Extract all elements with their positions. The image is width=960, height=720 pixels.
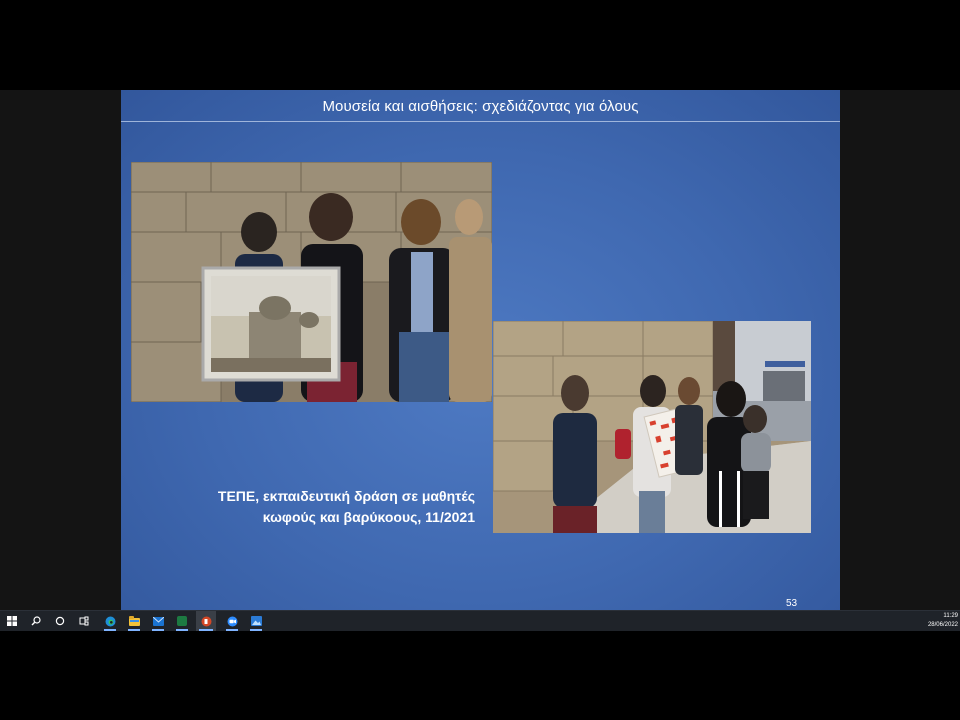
slide-number: 53 — [786, 598, 798, 609]
photo-museum-guides-with-painting — [131, 162, 492, 402]
clock-date: 28/06/2022 — [927, 622, 958, 628]
edge-icon[interactable] — [100, 611, 120, 631]
photo-students-outdoor-activity — [493, 321, 811, 533]
windows-start-icon[interactable] — [2, 611, 22, 631]
caption-line-2: κωφούς και βαρύκοους, 11/2021 — [262, 509, 475, 525]
clock-time: 11:29 — [943, 613, 958, 619]
presentation-slide: Μουσεία και αισθήσεις: σχεδιάζοντας για … — [121, 90, 840, 610]
windows-taskbar: 11:29 28/06/2022 — [0, 610, 960, 631]
mail-icon[interactable] — [148, 611, 168, 631]
file-explorer-icon[interactable] — [124, 611, 144, 631]
caption-line-1: ΤΕΠΕ, εκπαιδευτική δράση σε μαθητές — [217, 488, 475, 504]
system-clock[interactable]: 11:29 28/06/2022 — [928, 612, 958, 630]
excel-icon[interactable] — [172, 611, 192, 631]
photos-icon[interactable] — [246, 611, 266, 631]
task-view-icon[interactable] — [74, 611, 94, 631]
title-divider — [121, 121, 840, 122]
search-icon[interactable] — [26, 611, 46, 631]
slide-caption: ΤΕΠΕ, εκπαιδευτική δράση σε μαθητές κωφο… — [218, 486, 475, 528]
zoom-icon[interactable] — [222, 611, 242, 631]
powerpoint-icon[interactable] — [196, 611, 216, 631]
cortana-icon[interactable] — [50, 611, 70, 631]
slide-title: Μουσεία και αισθήσεις: σχεδιάζοντας για … — [322, 98, 639, 115]
